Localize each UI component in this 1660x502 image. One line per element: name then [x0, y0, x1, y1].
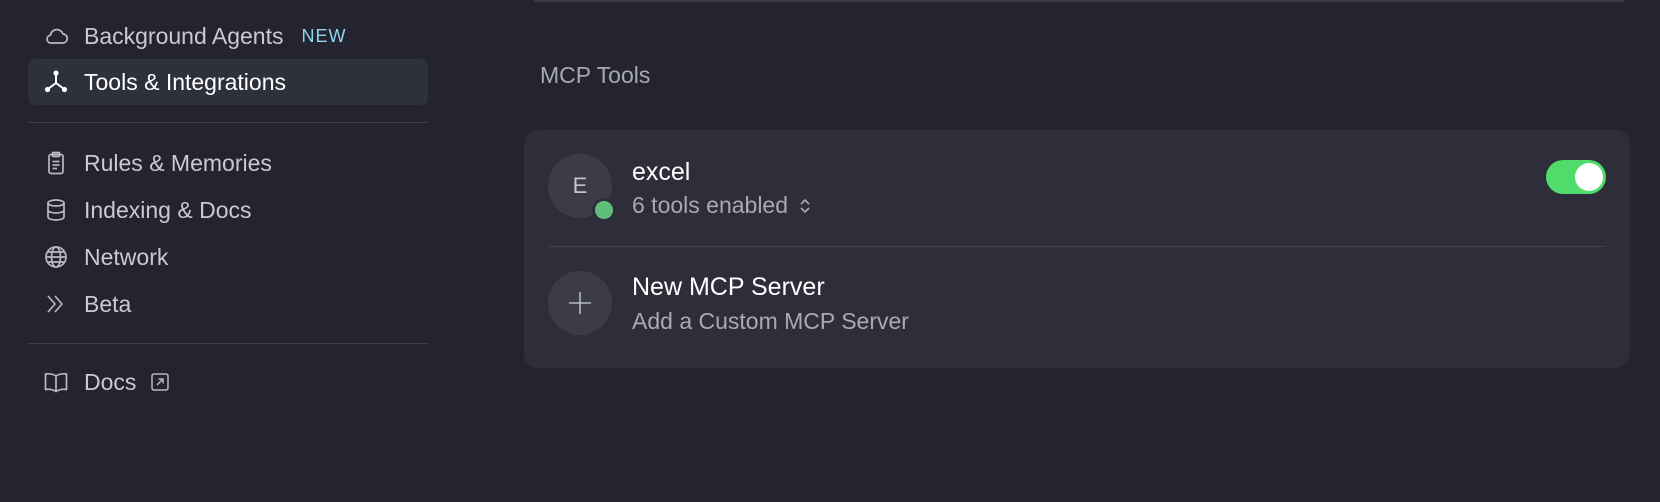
sidebar-item-beta[interactable]: Beta [28, 281, 428, 327]
sidebar-item-label: Network [84, 243, 169, 270]
sidebar-item-rules-memories[interactable]: Rules & Memories [28, 140, 428, 186]
status-indicator [592, 198, 616, 222]
sidebar-item-network[interactable]: Network [28, 234, 428, 280]
new-server-title: New MCP Server [632, 273, 825, 301]
sidebar-item-label: Docs [84, 368, 137, 395]
sidebar-item-indexing-docs[interactable]: Indexing & Docs [28, 187, 428, 233]
add-server-button[interactable] [548, 271, 612, 335]
settings-sidebar: Background Agents NEW Tools & Integratio… [0, 0, 440, 502]
new-mcp-server-row[interactable]: New MCP Server Add a Custom MCP Server [524, 247, 1630, 368]
server-name: excel [632, 158, 691, 186]
section-title: MCP Tools [540, 62, 651, 88]
avatar-letter: E [572, 173, 588, 198]
sidebar-item-label: Indexing & Docs [84, 196, 252, 223]
toggle-knob [1575, 163, 1603, 191]
sidebar-item-label: Beta [84, 290, 132, 317]
cloud-icon [42, 22, 70, 50]
book-icon [42, 368, 70, 396]
new-server-subtitle: Add a Custom MCP Server [632, 308, 909, 334]
server-enabled-toggle[interactable] [1546, 160, 1606, 194]
chevron-up-down-icon [798, 196, 812, 216]
mcp-servers-card: E excel 6 tools enabled New MCP Server A… [524, 130, 1630, 368]
sidebar-item-tools-integrations[interactable]: Tools & Integrations [28, 59, 428, 105]
sidebar-item-label-row: Background Agents NEW [84, 23, 346, 50]
sidebar-item-label: Background Agents [84, 22, 284, 49]
external-link-icon [150, 372, 170, 392]
top-panel-edge [534, 0, 1624, 2]
sidebar-item-background-agents[interactable]: Background Agents NEW [28, 13, 428, 59]
globe-icon [42, 243, 70, 271]
plus-icon [566, 289, 594, 317]
sidebar-item-label-row: Docs [84, 369, 170, 396]
sidebar-divider [28, 122, 428, 123]
database-icon [42, 196, 70, 224]
sidebar-divider [28, 343, 428, 344]
double-chevron-icon [42, 290, 70, 318]
clipboard-icon [42, 149, 70, 177]
sidebar-item-label: Rules & Memories [84, 149, 272, 176]
integrations-icon [42, 68, 70, 96]
new-badge: NEW [301, 25, 347, 46]
tools-enabled-dropdown[interactable]: 6 tools enabled [632, 192, 812, 219]
tools-enabled-label: 6 tools enabled [632, 192, 789, 218]
sidebar-item-docs[interactable]: Docs [28, 359, 428, 405]
sidebar-item-label: Tools & Integrations [84, 68, 287, 95]
